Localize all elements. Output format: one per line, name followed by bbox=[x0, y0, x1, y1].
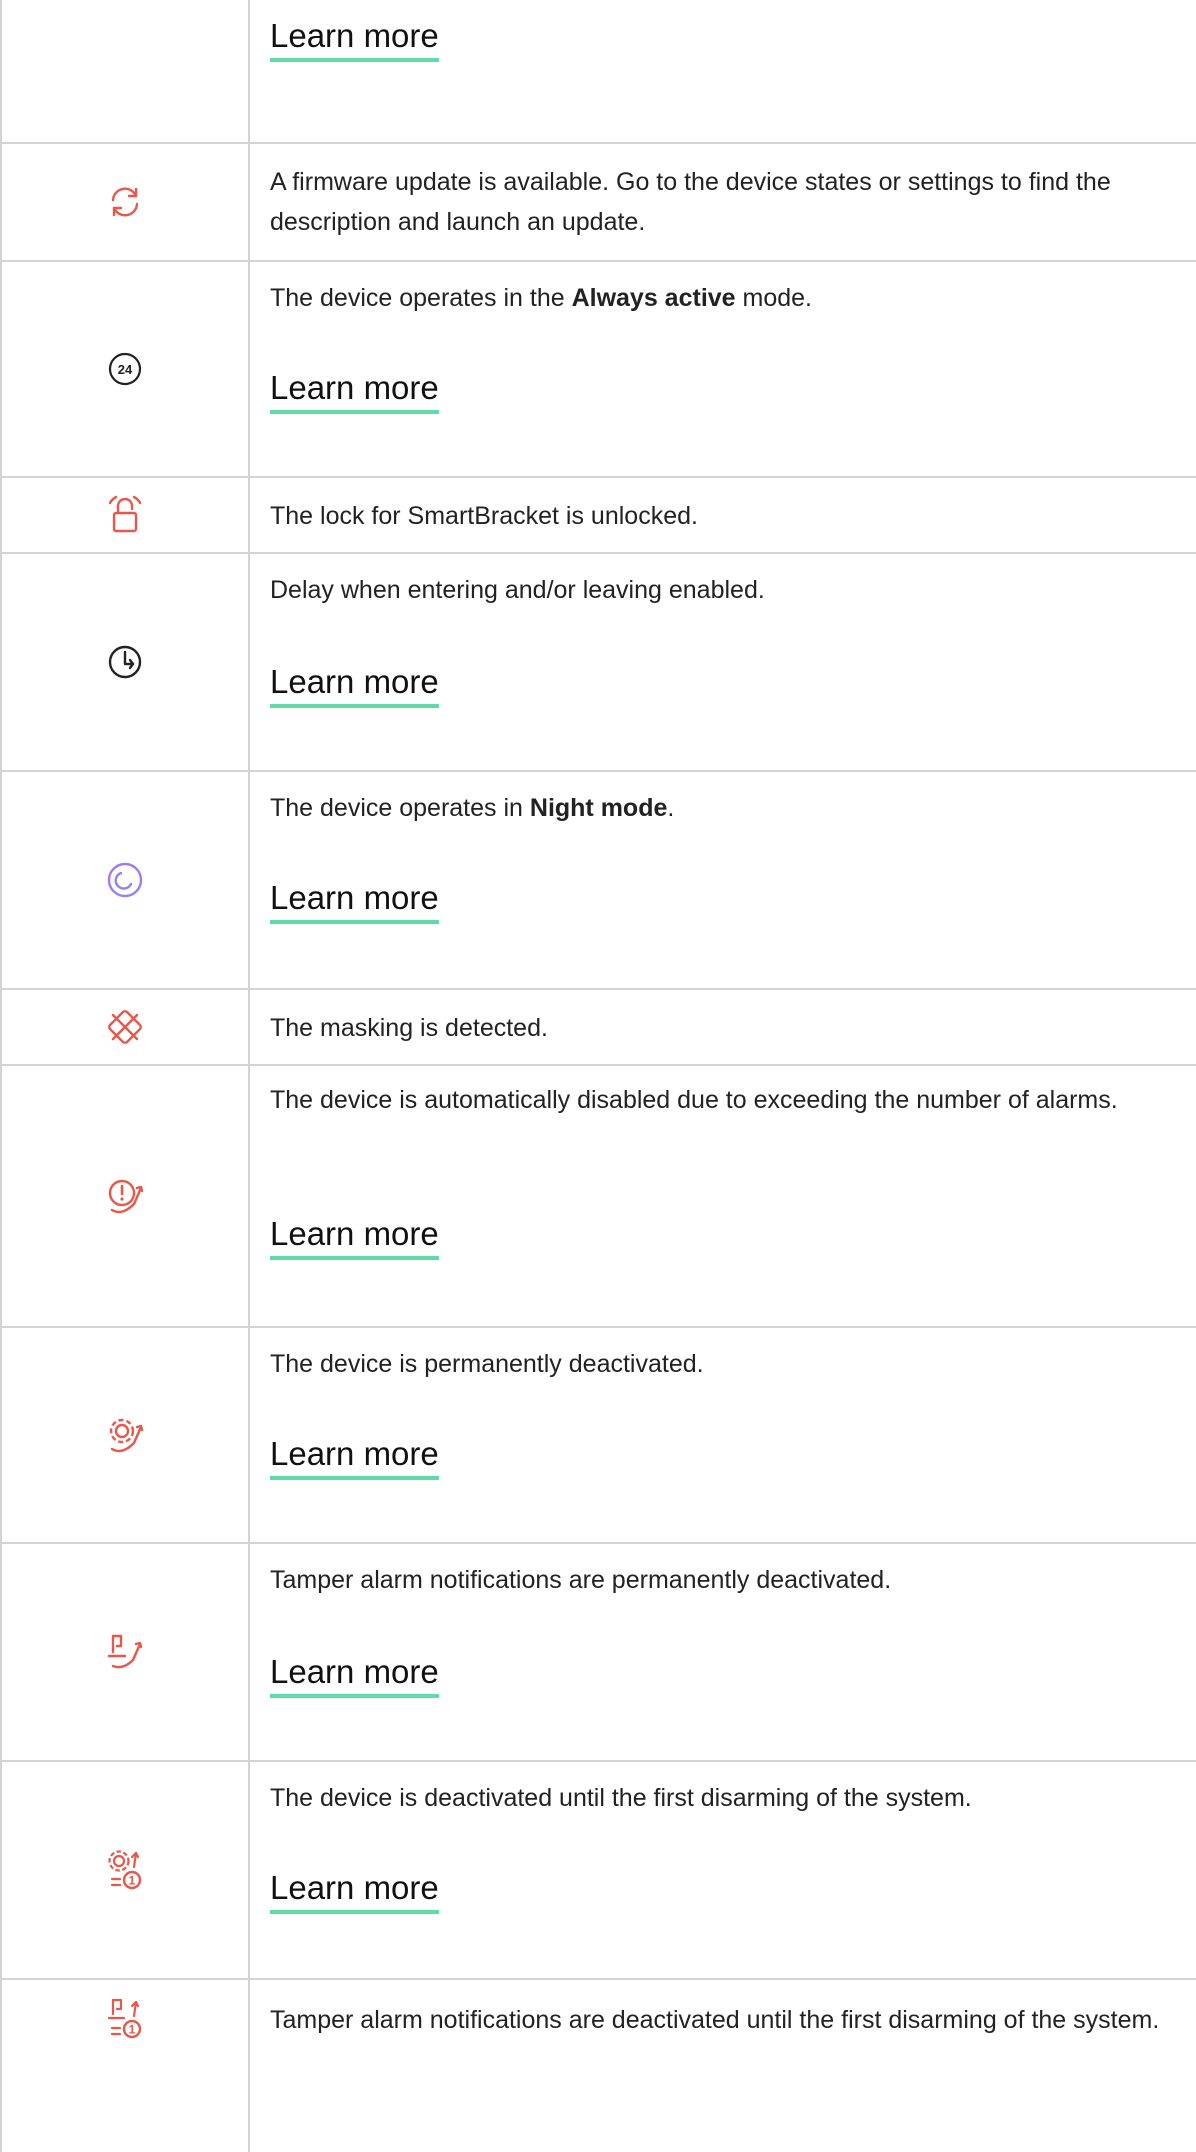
text-cell: The device operates in the Always active… bbox=[270, 262, 1178, 476]
learn-more-link[interactable]: Learn more bbox=[270, 1868, 439, 1914]
icon-cell: 24 bbox=[2, 262, 250, 476]
tamper-deactivated-until-disarm-icon: 1 bbox=[107, 1998, 142, 2039]
table-row: The masking is detected. bbox=[2, 990, 1196, 1066]
learn-more-link[interactable]: Learn more bbox=[270, 1214, 439, 1260]
svg-text:24: 24 bbox=[118, 362, 133, 377]
always-active-24-icon: 24 bbox=[108, 352, 142, 386]
learn-more-link[interactable]: Learn more bbox=[270, 16, 439, 62]
text-cell: The masking is detected. bbox=[270, 990, 1178, 1064]
learn-more-link[interactable]: Learn more bbox=[270, 662, 439, 708]
row-description: Tamper alarm notifications are permanent… bbox=[270, 1566, 892, 1594]
auto-disabled-alarms-icon bbox=[108, 1179, 144, 1214]
row-description: The lock for SmartBracket is unlocked. bbox=[270, 502, 698, 530]
permanently-deactivated-gear-icon bbox=[109, 1418, 144, 1453]
row-description: The device is automatically disabled due… bbox=[270, 1086, 1118, 1114]
deactivated-until-disarm-gear-icon: 1 bbox=[108, 1850, 142, 1890]
icon-cell bbox=[2, 772, 250, 988]
text-cell: Tamper alarm notifications are permanent… bbox=[270, 1544, 1178, 1760]
icon-cell: 1 bbox=[2, 1762, 250, 1978]
unlocked-lock-icon bbox=[108, 495, 142, 533]
text-cell: Delay when entering and/or leaving enabl… bbox=[270, 554, 1178, 770]
table-row: The device is permanently deactivated. L… bbox=[2, 1328, 1196, 1544]
table-row: Tamper alarm notifications are permanent… bbox=[2, 1544, 1196, 1762]
icon-cell bbox=[2, 554, 250, 770]
row-description: The device operates in Night mode. bbox=[270, 794, 675, 822]
table-row: The device is automatically disabled due… bbox=[2, 1066, 1196, 1328]
table-row: Learn more bbox=[2, 0, 1196, 144]
icon-cell bbox=[2, 0, 250, 142]
row-description: The device operates in the Always active… bbox=[270, 284, 813, 312]
tamper-deactivated-icon bbox=[107, 1634, 143, 1669]
text-cell: A firmware update is available. Go to th… bbox=[270, 144, 1178, 260]
delay-clock-icon bbox=[108, 645, 142, 679]
text-cell: The device operates in Night mode. Learn… bbox=[270, 772, 1178, 988]
svg-text:1: 1 bbox=[129, 2023, 136, 2037]
learn-more-link[interactable]: Learn more bbox=[270, 1652, 439, 1698]
table-row: Delay when entering and/or leaving enabl… bbox=[2, 554, 1196, 772]
row-description: Delay when entering and/or leaving enabl… bbox=[270, 576, 765, 604]
table-row: 1 Tamper alarm notifications are deactiv… bbox=[2, 1980, 1196, 2152]
device-status-icons-table: Learn more A firmware update is availabl… bbox=[0, 0, 1196, 2152]
row-description: Tamper alarm notifications are deactivat… bbox=[270, 2006, 1160, 2034]
icon-cell bbox=[2, 1328, 250, 1542]
text-cell: The device is permanently deactivated. L… bbox=[270, 1328, 1178, 1542]
icon-cell bbox=[2, 478, 250, 552]
text-cell: The device is automatically disabled due… bbox=[270, 1066, 1178, 1326]
mode-name: Always active bbox=[571, 284, 736, 312]
row-description: The device is permanently deactivated. bbox=[270, 1350, 704, 1378]
table-row: The lock for SmartBracket is unlocked. bbox=[2, 478, 1196, 554]
text-cell: The lock for SmartBracket is unlocked. bbox=[270, 478, 1178, 552]
icon-cell: 1 bbox=[2, 1980, 250, 2152]
table-row: 1 The device is deactivated until the fi… bbox=[2, 1762, 1196, 1980]
table-row: 24 The device operates in the Always act… bbox=[2, 262, 1196, 478]
learn-more-link[interactable]: Learn more bbox=[270, 368, 439, 414]
learn-more-link[interactable]: Learn more bbox=[270, 1434, 439, 1480]
icon-cell bbox=[2, 144, 250, 260]
text-cell: Tamper alarm notifications are deactivat… bbox=[270, 1980, 1178, 2152]
text-cell: The device is deactivated until the firs… bbox=[270, 1762, 1178, 1978]
table-row: The device operates in Night mode. Learn… bbox=[2, 772, 1196, 990]
row-description: The masking is detected. bbox=[270, 1014, 548, 1042]
night-mode-icon bbox=[107, 862, 143, 898]
text-cell: Learn more bbox=[270, 0, 1178, 142]
firmware-update-icon bbox=[111, 187, 139, 217]
svg-text:1: 1 bbox=[129, 1874, 136, 1888]
table-row: A firmware update is available. Go to th… bbox=[2, 144, 1196, 262]
masking-icon bbox=[108, 1010, 142, 1044]
icon-cell bbox=[2, 1066, 250, 1326]
learn-more-link[interactable]: Learn more bbox=[270, 878, 439, 924]
icon-cell bbox=[2, 990, 250, 1064]
row-description: The device is deactivated until the firs… bbox=[270, 1784, 972, 1812]
row-description: A firmware update is available. Go to th… bbox=[270, 168, 1111, 236]
mode-name: Night mode bbox=[529, 794, 668, 822]
icon-cell bbox=[2, 1544, 250, 1760]
